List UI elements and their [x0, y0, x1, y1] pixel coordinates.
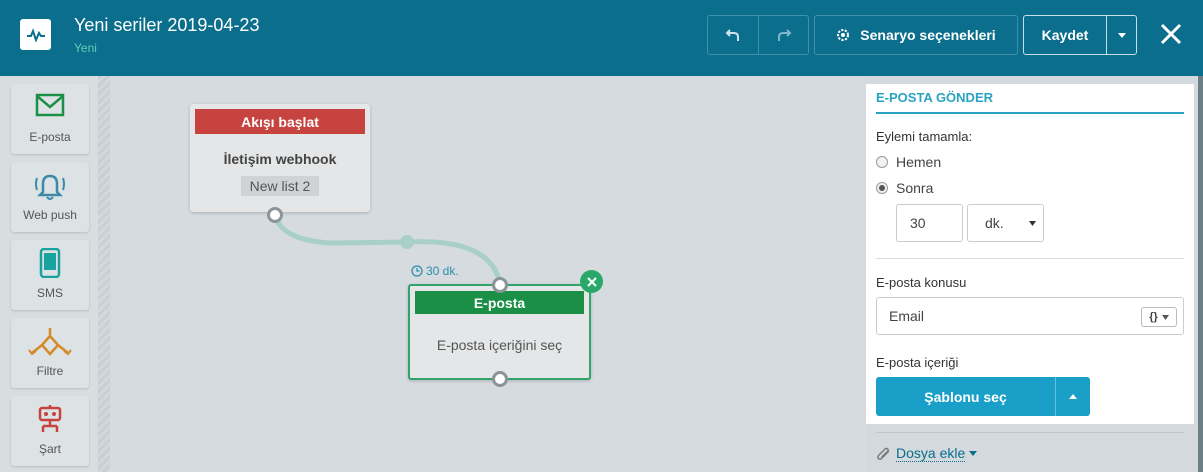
panel-title-underline	[876, 112, 1184, 114]
start-flow-node[interactable]: Akışı başlat İletişim webhook New list 2	[190, 104, 370, 212]
section-divider	[876, 432, 1184, 433]
content-label: E-posta içeriği	[876, 355, 959, 370]
email-node[interactable]: E-posta E-posta içeriğini seç	[408, 284, 591, 380]
radio-later[interactable]	[876, 182, 888, 194]
delay-value-input[interactable]: 30	[896, 204, 963, 242]
delay-value: 30	[910, 215, 926, 231]
variable-insert-button[interactable]: {}	[1141, 307, 1177, 327]
panel-scrollbar[interactable]	[1198, 76, 1203, 472]
start-node-list-tag: New list 2	[241, 176, 319, 196]
caret-down-icon	[1161, 314, 1169, 320]
radio-now[interactable]	[876, 156, 888, 168]
variable-icon: {}	[1149, 311, 1158, 323]
start-node-header: Akışı başlat	[195, 109, 365, 134]
delay-unit: dk.	[985, 215, 1004, 231]
choose-template-button[interactable]: Şablonu seç	[876, 377, 1055, 416]
caret-up-icon	[1069, 394, 1077, 399]
delete-node-button[interactable]	[580, 270, 603, 293]
add-attachment-label: Dosya ekle	[896, 445, 966, 462]
email-node-header: E-posta	[415, 291, 584, 314]
radio-later-label[interactable]: Sonra	[896, 180, 933, 196]
subject-input[interactable]: Email {}	[876, 297, 1184, 335]
paperclip-icon	[877, 447, 890, 460]
start-node-output-port[interactable]	[267, 207, 283, 223]
panel-title: E-POSTA GÖNDER	[876, 90, 994, 105]
start-node-trigger: İletişim webhook	[223, 151, 337, 167]
delay-unit-select[interactable]: dk.	[967, 204, 1044, 242]
delay-label: 30 dk.	[426, 264, 459, 278]
delay-indicator[interactable]: 30 dk.	[411, 264, 459, 278]
email-node-output-port[interactable]	[492, 371, 508, 387]
subject-value: Email	[889, 308, 925, 324]
close-icon	[586, 276, 597, 287]
section-divider	[876, 258, 1184, 259]
complete-action-label: Eylemi tamamla:	[876, 129, 973, 144]
email-node-input-port[interactable]	[492, 277, 508, 293]
clock-icon	[411, 265, 423, 277]
choose-template-label: Şablonu seç	[924, 388, 1007, 405]
app-root: Yeni seriler 2019-04-23 Yeni Senaryo seç…	[0, 0, 1203, 472]
add-attachment-link[interactable]: Dosya ekle	[876, 445, 978, 462]
template-dropdown-button[interactable]	[1055, 377, 1090, 416]
email-node-body: E-posta içeriğini seç	[436, 337, 563, 353]
caret-down-icon	[1029, 221, 1036, 226]
caret-down-icon	[969, 451, 978, 456]
radio-now-label[interactable]: Hemen	[896, 154, 941, 170]
subject-label: E-posta konusu	[876, 275, 967, 290]
